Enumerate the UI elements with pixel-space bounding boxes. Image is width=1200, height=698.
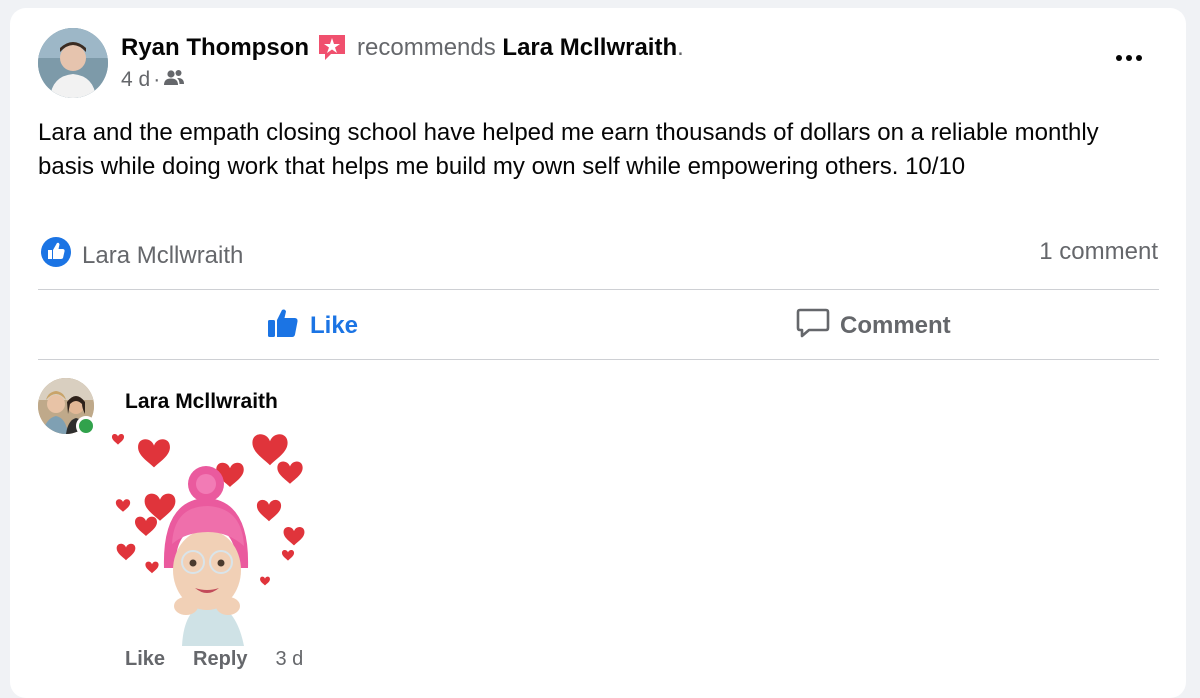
author-avatar[interactable] bbox=[38, 28, 108, 98]
reactions-summary[interactable]: Lara Mcllwraith bbox=[40, 236, 243, 275]
post-meta: 4 d · bbox=[121, 68, 185, 92]
post-timestamp[interactable]: 4 d bbox=[121, 68, 150, 92]
meta-separator: · bbox=[153, 68, 161, 91]
commenter-name[interactable]: Lara Mcllwraith bbox=[125, 390, 278, 414]
comment-button[interactable]: Comment bbox=[796, 306, 951, 346]
post-text: Lara and the empath closing school have … bbox=[38, 119, 1099, 180]
comment-reply-link[interactable]: Reply bbox=[193, 648, 247, 671]
comment-timestamp[interactable]: 3 d bbox=[276, 648, 304, 671]
hearts-avatar-sticker bbox=[104, 428, 314, 648]
recommended-page-name[interactable]: Lara Mcllwraith bbox=[502, 34, 677, 61]
divider bbox=[38, 289, 1159, 290]
reaction-names: Lara Mcllwraith bbox=[82, 241, 244, 269]
like-reaction-icon bbox=[40, 236, 72, 275]
divider bbox=[38, 359, 1159, 360]
like-label: Like bbox=[310, 312, 359, 339]
comment-bubble-icon bbox=[796, 307, 830, 346]
online-status-indicator bbox=[76, 416, 96, 436]
commenter-avatar[interactable] bbox=[38, 378, 96, 436]
recommendation-badge-icon bbox=[317, 32, 347, 62]
more-options-icon[interactable] bbox=[1112, 48, 1146, 68]
friends-icon[interactable] bbox=[163, 68, 185, 92]
author-name[interactable]: Ryan Thompson bbox=[121, 34, 309, 61]
thumbs-up-icon bbox=[266, 307, 300, 346]
header-period: . bbox=[677, 34, 684, 61]
comment-label: Comment bbox=[840, 312, 951, 339]
post-header: Ryan Thompson recommends Lara Mcllwraith. bbox=[121, 32, 684, 63]
comment-actions: Like Reply 3 d bbox=[125, 648, 303, 671]
post-card: Ryan Thompson recommends Lara Mcllwraith.… bbox=[10, 8, 1186, 698]
comment-count[interactable]: 1 comment bbox=[1039, 238, 1158, 266]
like-button[interactable]: Like bbox=[266, 306, 358, 346]
comment-like-link[interactable]: Like bbox=[125, 648, 165, 671]
recommends-text: recommends bbox=[357, 34, 496, 61]
